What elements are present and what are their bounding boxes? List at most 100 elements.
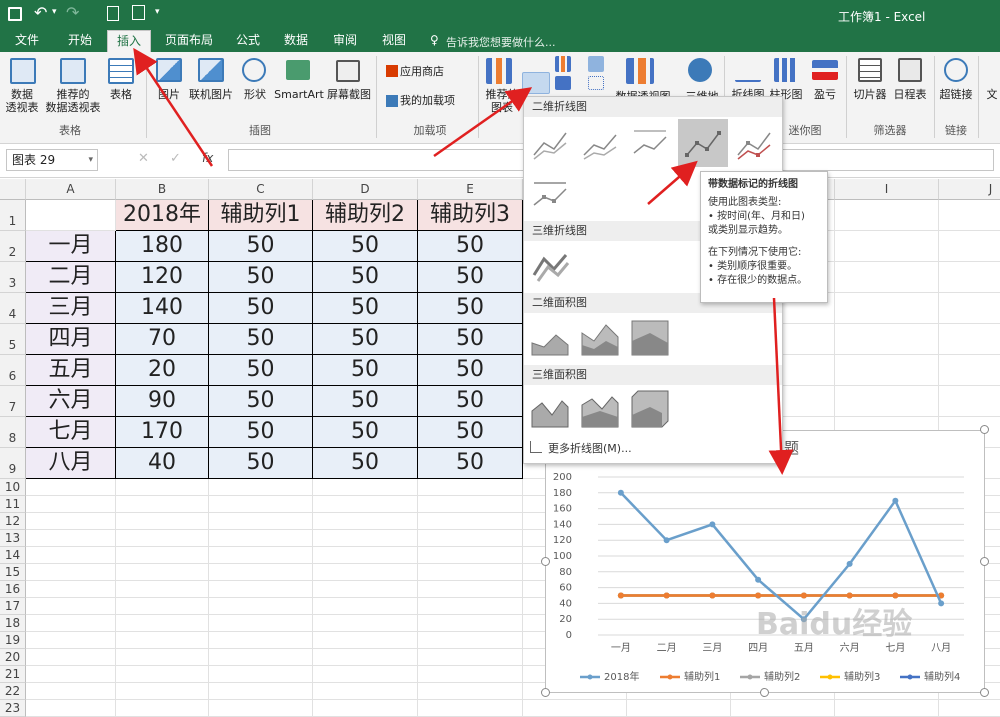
cell-D1[interactable]: 辅助列2 (313, 200, 418, 231)
row-header-16[interactable]: 16 (0, 581, 26, 598)
more-line-charts-link[interactable]: 更多折线图(M)... (548, 440, 632, 456)
column-chart-icon[interactable] (555, 56, 571, 72)
smartart-button[interactable]: SmartArt (274, 88, 324, 101)
sparkline-winloss-button[interactable]: 盈亏 (808, 88, 842, 101)
row-header-13[interactable]: 13 (0, 530, 26, 547)
cell-B5[interactable]: 70 (116, 324, 209, 355)
row-header-22[interactable]: 22 (0, 683, 26, 700)
customize-qat-icon[interactable]: ▾ (155, 7, 160, 17)
stacked-line-markers-thumb[interactable] (734, 123, 774, 163)
tab-insert[interactable]: 插入 (107, 30, 151, 52)
cell-A5[interactable]: 四月 (26, 324, 116, 355)
row-header-12[interactable]: 12 (0, 513, 26, 530)
cell-B1[interactable]: 2018年 (116, 200, 209, 231)
cell-C9[interactable]: 50 (209, 448, 313, 479)
cell-E4[interactable]: 50 (418, 293, 523, 324)
cell-B8[interactable]: 170 (116, 417, 209, 448)
row-header-23[interactable]: 23 (0, 700, 26, 717)
row-header-18[interactable]: 18 (0, 615, 26, 632)
column-header-I[interactable]: I (835, 179, 939, 200)
cell-A1[interactable] (26, 200, 116, 231)
3d-area-thumb[interactable] (530, 389, 570, 429)
resize-handle[interactable] (760, 688, 769, 697)
shapes-button[interactable]: 形状 (238, 88, 272, 101)
cell-C3[interactable]: 50 (209, 262, 313, 293)
cell-E7[interactable]: 50 (418, 386, 523, 417)
text-button[interactable]: 文 (984, 88, 1000, 101)
row-header-14[interactable]: 14 (0, 547, 26, 564)
cell-D2[interactable]: 50 (313, 231, 418, 262)
column-header-E[interactable]: E (418, 179, 523, 200)
name-box-dropdown-icon[interactable]: ▾ (88, 150, 93, 170)
resize-handle[interactable] (541, 557, 550, 566)
row-header-10[interactable]: 10 (0, 479, 26, 496)
picture-button[interactable]: 图片 (152, 88, 186, 101)
cell-C4[interactable]: 50 (209, 293, 313, 324)
table-button[interactable]: 表格 (104, 88, 138, 101)
cell-D4[interactable]: 50 (313, 293, 418, 324)
row-header-20[interactable]: 20 (0, 649, 26, 666)
cell-A8[interactable]: 七月 (26, 417, 116, 448)
column-header-A[interactable]: A (26, 179, 116, 200)
cell-C5[interactable]: 50 (209, 324, 313, 355)
row-header-4[interactable]: 4 (0, 293, 26, 324)
cell-B7[interactable]: 90 (116, 386, 209, 417)
hierarchy-chart-icon[interactable] (588, 56, 604, 72)
cell-E2[interactable]: 50 (418, 231, 523, 262)
column-header-B[interactable]: B (116, 179, 209, 200)
cell-B2[interactable]: 180 (116, 231, 209, 262)
3d-percent-area-thumb[interactable] (630, 389, 670, 429)
recommended-pivot-button[interactable]: 推荐的 数据透视表 (42, 88, 104, 114)
undo-icon[interactable]: ↶ (34, 3, 47, 22)
row-header-7[interactable]: 7 (0, 386, 26, 417)
column-header-J[interactable]: J (939, 179, 1000, 200)
line-with-markers-thumb[interactable] (683, 123, 723, 163)
resize-handle[interactable] (980, 425, 989, 434)
row-header-15[interactable]: 15 (0, 564, 26, 581)
tab-file[interactable]: 文件 (2, 30, 52, 52)
cell-E8[interactable]: 50 (418, 417, 523, 448)
column-header-C[interactable]: C (209, 179, 313, 200)
recommended-charts-button[interactable]: 推荐的 图表 (482, 88, 522, 114)
insert-function-icon[interactable]: fx (202, 151, 213, 165)
cell-A7[interactable]: 六月 (26, 386, 116, 417)
save-icon[interactable] (8, 7, 22, 21)
cell-D9[interactable]: 50 (313, 448, 418, 479)
cell-D7[interactable]: 50 (313, 386, 418, 417)
tab-page-layout[interactable]: 页面布局 (158, 30, 220, 52)
row-header-17[interactable]: 17 (0, 598, 26, 615)
cell-C6[interactable]: 50 (209, 355, 313, 386)
stat-chart-icon[interactable] (555, 76, 571, 90)
row-header-9[interactable]: 9 (0, 448, 26, 479)
cell-A2[interactable]: 一月 (26, 231, 116, 262)
tab-data[interactable]: 数据 (274, 30, 318, 52)
row-header-6[interactable]: 6 (0, 355, 26, 386)
percent-line-markers-thumb[interactable] (530, 175, 570, 215)
3d-stacked-area-thumb[interactable] (580, 389, 620, 429)
tab-view[interactable]: 视图 (372, 30, 416, 52)
3d-line-thumb[interactable] (530, 245, 570, 285)
stacked-area-thumb[interactable] (580, 317, 620, 357)
scatter-chart-icon[interactable] (588, 76, 604, 90)
row-header-21[interactable]: 21 (0, 666, 26, 683)
screenshot-button[interactable]: 屏幕截图 (324, 88, 374, 101)
cell-A9[interactable]: 八月 (26, 448, 116, 479)
percent-area-thumb[interactable] (630, 317, 670, 357)
name-box[interactable]: 图表 29 ▾ (6, 149, 98, 171)
row-header-8[interactable]: 8 (0, 417, 26, 448)
tab-home[interactable]: 开始 (56, 30, 104, 52)
cell-B6[interactable]: 20 (116, 355, 209, 386)
stacked-line-thumb[interactable] (580, 123, 620, 163)
redo-icon[interactable]: ↷ (66, 3, 79, 22)
column-header-D[interactable]: D (313, 179, 418, 200)
hyperlink-button[interactable]: 超链接 (936, 88, 976, 101)
pivot-table-button[interactable]: 数据 透视表 (2, 88, 42, 114)
cell-A3[interactable]: 二月 (26, 262, 116, 293)
cell-A6[interactable]: 五月 (26, 355, 116, 386)
percent-line-thumb[interactable] (630, 123, 670, 163)
timeline-button[interactable]: 日程表 (890, 88, 930, 101)
row-header-3[interactable]: 3 (0, 262, 26, 293)
cancel-icon[interactable]: ✕ (138, 151, 149, 166)
row-header-5[interactable]: 5 (0, 324, 26, 355)
online-picture-button[interactable]: 联机图片 (186, 88, 236, 101)
